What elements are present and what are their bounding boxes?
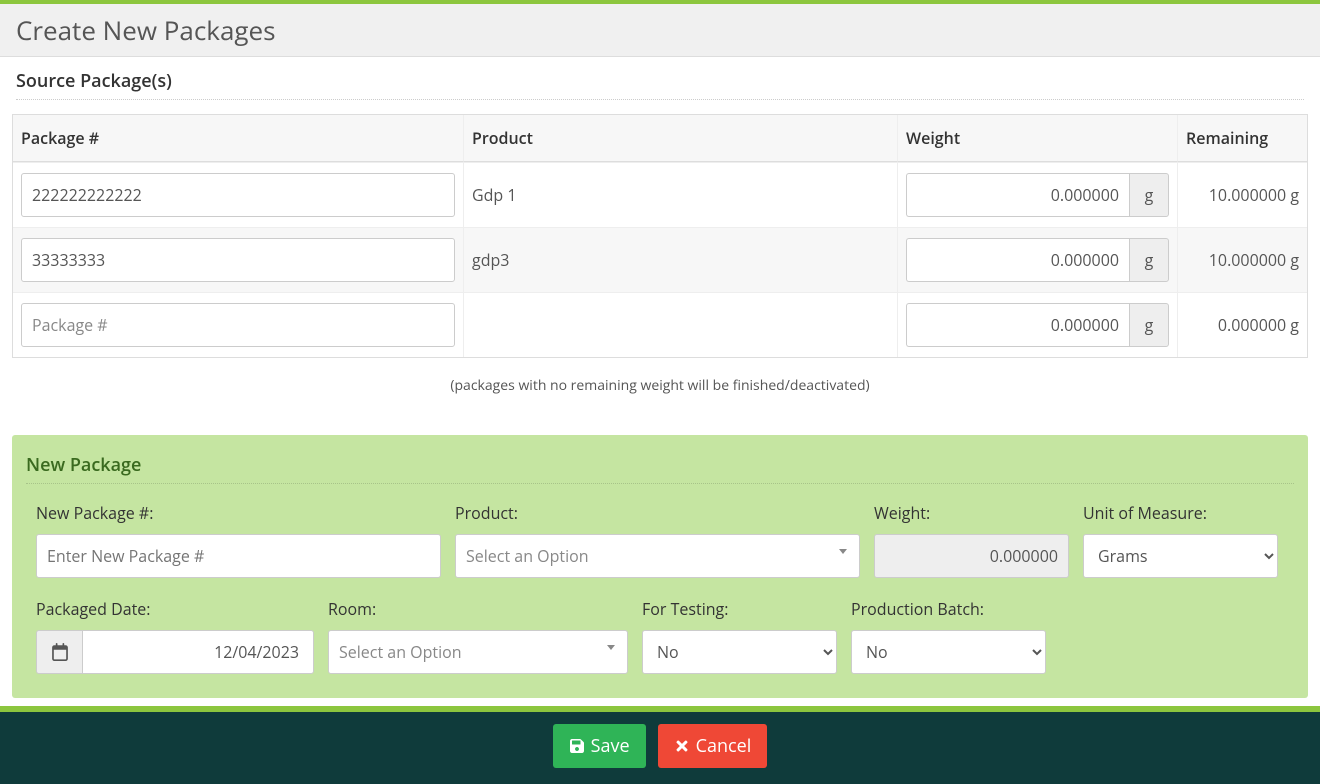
cancel-button-label: Cancel xyxy=(696,734,752,758)
new-package-panel: New Package New Package #: Product: Sele… xyxy=(12,435,1308,698)
weight-unit: g xyxy=(1129,173,1169,217)
page-header: Create New Packages xyxy=(0,4,1320,57)
deactivation-note: (packages with no remaining weight will … xyxy=(0,376,1320,395)
for-testing-label: For Testing: xyxy=(642,598,837,620)
cancel-button[interactable]: Cancel xyxy=(658,724,768,768)
remaining-cell: 10.000000 g xyxy=(1177,162,1307,227)
close-icon xyxy=(674,738,690,754)
weight-input[interactable] xyxy=(906,238,1129,282)
weight-unit: g xyxy=(1129,238,1169,282)
weight-input[interactable] xyxy=(906,303,1129,347)
room-select[interactable]: Select an Option xyxy=(328,630,628,674)
for-testing-select[interactable]: No xyxy=(642,630,837,674)
save-button-label: Save xyxy=(591,734,630,758)
save-icon xyxy=(569,738,585,754)
col-header-weight: Weight xyxy=(897,115,1177,162)
page-title: Create New Packages xyxy=(16,12,1304,48)
new-package-number-input[interactable] xyxy=(36,534,441,578)
product-select[interactable]: Select an Option xyxy=(455,534,860,578)
source-packages-table: Package # Product Weight Remaining Gdp 1… xyxy=(12,114,1308,358)
table-row: gdp3 g 10.000000 g xyxy=(13,227,1307,292)
packaged-date-input[interactable] xyxy=(82,630,314,674)
calendar-icon[interactable] xyxy=(36,630,82,674)
source-packages-section: Source Package(s) Package # Product Weig… xyxy=(0,57,1320,395)
packaged-date-label: Packaged Date: xyxy=(36,598,314,620)
table-row: g 0.000000 g xyxy=(13,292,1307,357)
room-label: Room: xyxy=(328,598,628,620)
chevron-down-icon xyxy=(839,549,847,554)
product-cell: gdp3 xyxy=(463,227,897,292)
package-number-input[interactable] xyxy=(21,238,455,282)
table-row: Gdp 1 g 10.000000 g xyxy=(13,162,1307,227)
weight-label: Weight: xyxy=(874,502,1069,524)
uom-select[interactable]: Grams xyxy=(1083,534,1278,578)
new-package-number-label: New Package #: xyxy=(36,502,441,524)
divider xyxy=(16,99,1304,100)
col-header-package: Package # xyxy=(13,115,463,162)
weight-unit: g xyxy=(1129,303,1169,347)
remaining-cell: 10.000000 g xyxy=(1177,227,1307,292)
product-cell: Gdp 1 xyxy=(463,162,897,227)
room-select-value: Select an Option xyxy=(339,641,462,663)
col-header-remaining: Remaining xyxy=(1177,115,1307,162)
product-cell xyxy=(463,292,897,357)
chevron-down-icon xyxy=(607,645,615,650)
new-package-title: New Package xyxy=(26,453,1294,484)
production-batch-select[interactable]: No xyxy=(851,630,1046,674)
remaining-cell: 0.000000 g xyxy=(1177,292,1307,357)
footer-actions: Save Cancel xyxy=(0,712,1320,784)
weight-input[interactable] xyxy=(906,173,1129,217)
col-header-product: Product xyxy=(463,115,897,162)
new-weight-input[interactable] xyxy=(874,534,1069,578)
production-batch-label: Production Batch: xyxy=(851,598,1046,620)
source-section-title: Source Package(s) xyxy=(0,57,1320,99)
package-number-input[interactable] xyxy=(21,173,455,217)
product-label: Product: xyxy=(455,502,860,524)
package-number-input[interactable] xyxy=(21,303,455,347)
uom-label: Unit of Measure: xyxy=(1083,502,1278,524)
product-select-value: Select an Option xyxy=(466,545,589,567)
save-button[interactable]: Save xyxy=(553,724,646,768)
